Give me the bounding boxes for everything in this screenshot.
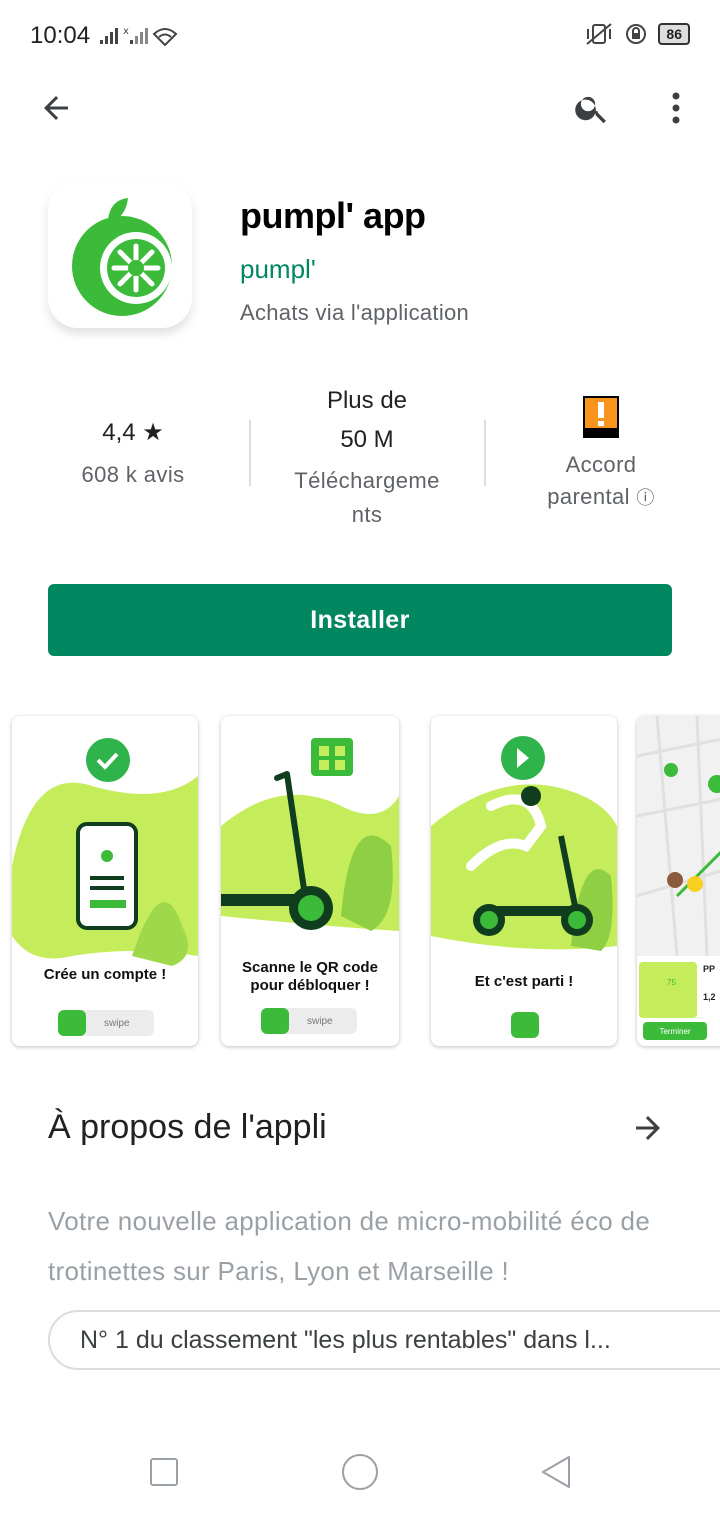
search-icon — [575, 96, 606, 124]
battery-indicator: 86 — [658, 23, 690, 45]
search-button[interactable] — [564, 80, 620, 136]
about-description: Votre nouvelle application de micro-mobi… — [48, 1206, 651, 1286]
in-app-purchases-label: Achats via l'application — [240, 300, 470, 325]
screenshot-2-illustration — [221, 738, 399, 931]
swipe-pill: swipe — [58, 1010, 154, 1036]
about-arrow-button[interactable] — [620, 1100, 676, 1156]
recents-button[interactable] — [144, 1452, 184, 1492]
more-options-button[interactable] — [648, 80, 704, 136]
content-rating-line1: Accord — [565, 452, 637, 477]
info-icon[interactable]: ⓘ — [636, 488, 654, 508]
developer-link[interactable]: pumpl' — [240, 254, 316, 285]
lock-rotation-icon — [626, 24, 647, 44]
vibrate-icon — [586, 23, 613, 45]
back-button[interactable] — [28, 80, 84, 136]
review-count: 608 k avis — [81, 462, 185, 487]
swipe-pill: swipe — [261, 1008, 357, 1034]
scooter-chip-icon — [261, 1008, 289, 1034]
screenshot-1-caption: Crée un compte ! — [43, 966, 167, 983]
triangle-back-icon — [542, 1456, 570, 1488]
downloads-line1: Plus de — [326, 387, 408, 414]
circle-icon — [342, 1454, 378, 1490]
downloads-line2: 50 M — [340, 426, 394, 453]
signal-icon: x — [100, 26, 178, 46]
screenshot-4-label: PP — [703, 964, 716, 974]
svg-text:x: x — [123, 26, 129, 37]
status-time: 10:04 — [30, 22, 91, 49]
divider — [484, 420, 486, 486]
about-title[interactable]: À propos de l'appli — [48, 1108, 327, 1147]
lime-logo-icon — [72, 198, 172, 316]
screenshot-1-illustration — [12, 738, 198, 966]
screenshot-2[interactable]: Scanne le QR code pour débloquer ! swipe — [221, 716, 399, 1046]
arrow-forward-icon — [636, 1116, 660, 1140]
screenshot-3[interactable]: Et c'est parti ! — [431, 716, 617, 1046]
app-icon — [48, 180, 192, 328]
downloads-label-line2: nts — [351, 502, 383, 527]
rating-number: 4,4 — [102, 419, 136, 446]
content-rating-label: parental — [547, 484, 630, 509]
content-rating-line2: parental ⓘ — [516, 481, 686, 514]
rating-stat[interactable]: 4,4 ★ 608 k avis — [48, 418, 218, 488]
app-title: pumpl' app — [240, 195, 426, 236]
downloads-stat: Plus de 50 M Téléchargeme nts — [262, 382, 472, 532]
screenshot-4-value: 1,2 — [703, 992, 716, 1002]
signal-icons: x — [98, 24, 178, 46]
status-right-icons: 86 — [584, 22, 690, 46]
content-rating-stat[interactable]: Accord parental ⓘ — [516, 396, 686, 514]
screenshot-4-badge: 75 — [667, 978, 676, 987]
swipe-label: swipe — [104, 1017, 130, 1029]
ranking-chip[interactable]: N° 1 du classement "les plus rentables" … — [48, 1310, 720, 1370]
screenshot-3-illustration — [431, 736, 617, 951]
screenshot-1[interactable]: Crée un compte ! swipe — [12, 716, 198, 1046]
more-vert-icon — [672, 92, 680, 124]
home-button[interactable] — [340, 1452, 380, 1492]
swipe-label: swipe — [307, 1015, 333, 1027]
divider — [249, 420, 251, 486]
downloads-label-line1: Téléchargeme — [294, 468, 440, 493]
square-icon — [150, 1458, 178, 1486]
screenshot-2-caption-line2: pour débloquer ! — [250, 977, 370, 994]
screenshot-4[interactable]: 75 PP 1,2 Terminer — [637, 716, 720, 1046]
scooter-chip-icon — [511, 1012, 539, 1038]
terminer-button: Terminer — [643, 1022, 707, 1040]
screenshot-2-caption-line1: Scanne le QR code — [242, 959, 378, 976]
star-icon: ★ — [142, 419, 164, 446]
back-nav-button[interactable] — [536, 1452, 576, 1492]
content-rating-icon — [583, 396, 619, 438]
screenshot-3-caption: Et c'est parti ! — [474, 973, 574, 990]
install-button[interactable]: Installer — [48, 584, 672, 656]
rating-value: 4,4 ★ — [48, 418, 218, 448]
arrow-back-icon — [44, 96, 68, 120]
scooter-chip-icon — [58, 1010, 86, 1036]
